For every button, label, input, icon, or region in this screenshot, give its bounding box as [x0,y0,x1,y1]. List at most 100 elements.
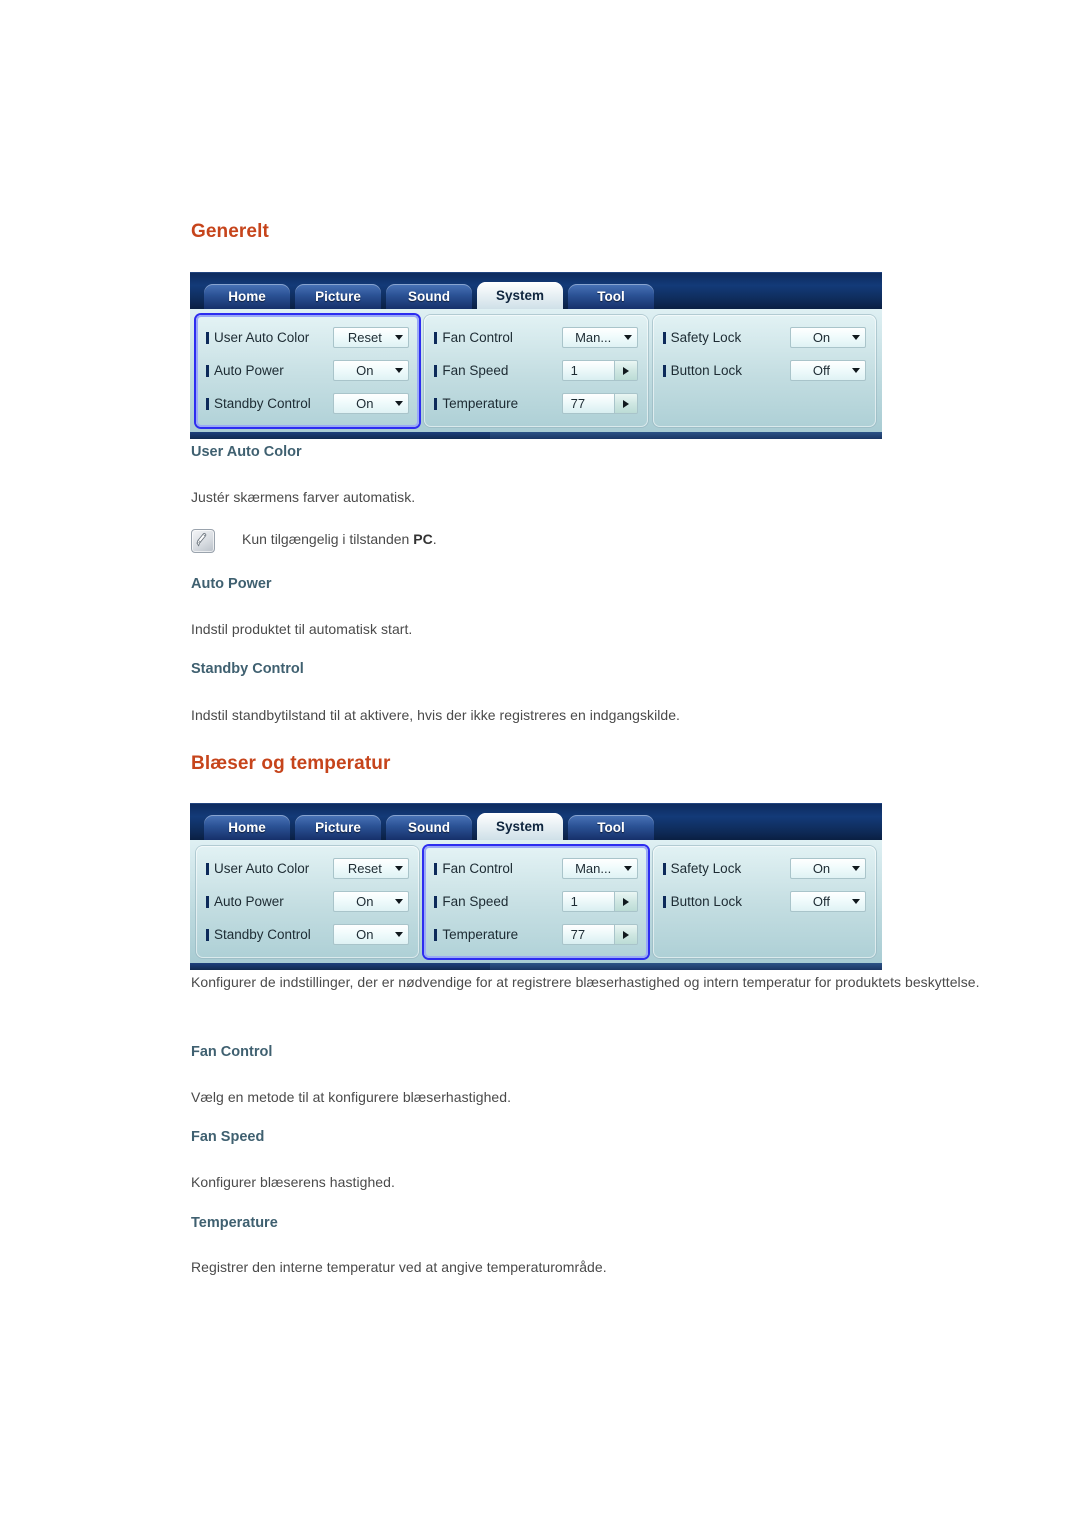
osd-row[interactable]: Fan Speed 1 [434,885,638,918]
tab-picture[interactable]: Picture [295,815,381,840]
section-heading-generelt: Generelt [191,221,269,242]
osd-row[interactable]: Auto Power On [206,885,410,918]
bullet-tick-icon [206,928,209,941]
osd-row[interactable]: Auto Power On [206,354,410,387]
dropdown-standby-control[interactable]: On [333,924,410,945]
dropdown-user-auto-color[interactable]: Reset [333,327,410,348]
dropdown-safety-lock[interactable]: On [789,327,866,348]
tab-label: Sound [408,289,450,304]
osd-group-2[interactable]: Fan Control Man... Fan Speed 1 Temperature 77 [424,315,648,427]
osd-label-text: Fan Control [442,330,513,345]
osd-row-label: Fan Control [434,330,561,345]
osd-row-label: Temperature [434,927,561,942]
tab-label: Sound [408,820,450,835]
osd-group-1[interactable]: User Auto Color Reset Auto Power On Standby … [196,846,420,958]
osd-row-label: Auto Power [206,363,333,378]
osd-tabbar: Home Picture Sound System Tool [190,272,882,309]
osd-row[interactable]: Temperature 77 [434,387,638,420]
osd-body: User Auto Color Reset Auto Power On Standby … [190,309,882,432]
osd-row-label: Button Lock [662,363,790,378]
osd-row[interactable]: Temperature 77 [434,918,638,951]
dropdown-auto-power[interactable]: On [333,891,410,912]
osd-row-label: Fan Speed [434,363,561,378]
osd-label-text: Auto Power [214,894,284,909]
tab-tool[interactable]: Tool [568,815,654,840]
bullet-tick-icon [434,895,438,908]
osd-row[interactable]: Fan Control Man... [434,321,638,354]
stepper-temperature[interactable]: 77 [561,393,638,414]
osd-row-label: Temperature [434,396,561,411]
tab-label: Tool [597,820,625,835]
dropdown-fan-control[interactable]: Man... [561,327,638,348]
stepper-increase-button[interactable] [613,925,637,944]
dropdown-safety-lock[interactable]: On [789,858,866,879]
osd-footer-left [190,432,490,439]
chevron-down-icon [851,335,860,340]
osd-label-text: Button Lock [670,894,742,909]
stepper-increase-button[interactable] [613,394,637,413]
body-fan-speed: Konfigurer blæserens hastighed. [191,1174,395,1190]
osd-tabbar: Home Picture Sound System Tool [190,803,882,840]
chevron-down-icon [851,866,860,871]
osd-group-1[interactable]: User Auto Color Reset Auto Power On Standby … [196,315,420,427]
osd-footer [190,432,882,439]
bullet-tick-icon [662,895,666,908]
chevron-down-icon [395,401,404,406]
stepper-increase-button[interactable] [613,361,637,380]
osd-row[interactable]: Standby Control On [206,387,410,420]
stepper-increase-button[interactable] [613,892,637,911]
osd-row[interactable]: Fan Speed 1 [434,354,638,387]
chevron-down-icon [623,866,632,871]
osd-row[interactable]: Button Lock Off [662,354,866,387]
osd-group-3[interactable]: Safety Lock On Button Lock Off [652,846,876,958]
tab-sound[interactable]: Sound [386,284,472,309]
dropdown-fan-control[interactable]: Man... [561,858,638,879]
stepper-fan-speed[interactable]: 1 [561,360,638,381]
osd-row[interactable]: Safety Lock On [662,321,866,354]
osd-label-text: User Auto Color [214,861,310,876]
chevron-right-icon [622,366,629,375]
osd-row[interactable]: Safety Lock On [662,852,866,885]
tab-picture[interactable]: Picture [295,284,381,309]
osd-row-label: Safety Lock [662,861,790,876]
dropdown-button-lock[interactable]: Off [789,891,866,912]
tab-label: Picture [315,820,361,835]
osd-row[interactable]: User Auto Color Reset [206,321,410,354]
osd-label-text: Fan Speed [442,363,509,378]
osd-group-3[interactable]: Safety Lock On Button Lock Off [652,315,876,427]
subheading-fan-speed: Fan Speed [191,1129,265,1145]
body-user-auto-color: Justér skærmens farver automatisk. [191,489,416,505]
osd-screenshot-blaeser: Home Picture Sound System Tool User Auto Colo… [190,803,882,970]
subheading-auto-power: Auto Power [191,576,272,592]
tab-sound[interactable]: Sound [386,815,472,840]
osd-row[interactable]: Button Lock Off [662,885,866,918]
osd-group-2[interactable]: Fan Control Man... Fan Speed 1 Temperature 77 [424,846,648,958]
osd-row[interactable]: Standby Control On [206,918,410,951]
dropdown-value: On [812,861,831,876]
dropdown-value: Reset [347,330,382,345]
dropdown-value: On [356,894,374,909]
osd-row-label: User Auto Color [206,861,333,876]
chevron-right-icon [622,930,629,939]
tab-home[interactable]: Home [204,284,290,309]
chevron-down-icon [395,899,404,904]
dropdown-auto-power[interactable]: On [333,360,410,381]
stepper-temperature[interactable]: 77 [561,924,638,945]
stepper-fan-speed[interactable]: 1 [561,891,638,912]
tab-home[interactable]: Home [204,815,290,840]
osd-row[interactable]: User Auto Color Reset [206,852,410,885]
tab-system[interactable]: System [477,282,563,309]
tab-tool[interactable]: Tool [568,284,654,309]
stepper-value: 77 [562,925,614,944]
dropdown-button-lock[interactable]: Off [789,360,866,381]
bullet-tick-icon [662,331,666,344]
subheading-temperature: Temperature [191,1215,278,1231]
osd-label-text: Safety Lock [670,861,742,876]
dropdown-value: Off [812,363,831,378]
dropdown-standby-control[interactable]: On [333,393,410,414]
tab-system[interactable]: System [477,813,563,840]
osd-row-label: Auto Power [206,894,333,909]
dropdown-user-auto-color[interactable]: Reset [333,858,410,879]
bullet-tick-icon [206,862,209,875]
osd-row[interactable]: Fan Control Man... [434,852,638,885]
